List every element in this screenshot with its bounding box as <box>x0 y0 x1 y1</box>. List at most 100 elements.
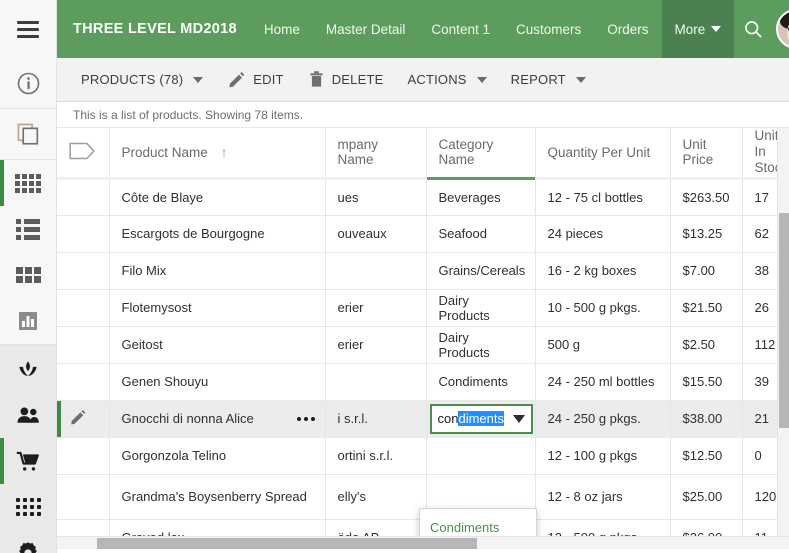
row-select-cell[interactable] <box>57 363 110 401</box>
list-subtitle: This is a list of products. Showing 78 i… <box>57 102 789 128</box>
edit-button[interactable]: EDIT <box>217 64 293 95</box>
cell-category-name: Dairy Products <box>426 289 536 327</box>
apps-grid-icon <box>15 498 41 516</box>
settings-gear-icon <box>19 542 37 553</box>
cell-product-name: Geitost <box>109 326 326 364</box>
arrow-up-icon: ↑ <box>220 144 228 161</box>
cell-unit-price: $2.50 <box>670 326 743 364</box>
table-row[interactable]: Geitost erier Dairy Products 500 g $2.50… <box>57 326 789 364</box>
table-row[interactable]: Genen Shouyu Condiments 24 - 250 ml bott… <box>57 363 789 401</box>
nav-item-master-detail[interactable]: Master Detail <box>313 0 419 58</box>
combobox-typed-text: con <box>437 411 459 426</box>
row-select-cell[interactable] <box>57 215 110 253</box>
cell-unit-price: $263.50 <box>670 178 743 216</box>
sidebar-item-lotus[interactable] <box>0 346 56 392</box>
chevron-down-icon <box>193 76 204 83</box>
table-row-selected[interactable]: Gnocchi di nonna Alice i s.r.l. con dimen… <box>57 400 789 438</box>
avatar[interactable] <box>776 9 789 49</box>
vertical-scrollbar-thumb[interactable] <box>779 213 789 428</box>
row-context-menu-button[interactable] <box>296 416 315 421</box>
brand-title: THREE LEVEL MD2018 <box>73 21 237 37</box>
rail-group-apps <box>0 346 56 553</box>
nav-label: Home <box>263 21 300 37</box>
sidebar-item-settings[interactable] <box>0 530 56 553</box>
cell-quantity-per-unit: 10 - 500 g pkgs. <box>535 289 671 327</box>
category-combobox[interactable]: con diments <box>429 403 533 434</box>
sidebar-item-grid[interactable] <box>0 160 56 206</box>
cell-product-name: Gorgonzola Telino <box>109 437 326 475</box>
row-select-cell[interactable] <box>57 519 110 536</box>
sidebar-item-chart[interactable] <box>0 298 56 344</box>
sidebar-item-shopping-cart[interactable] <box>0 438 56 484</box>
nav-item-more[interactable]: More <box>661 0 735 58</box>
tiles-icon <box>15 267 41 283</box>
row-select-cell[interactable] <box>57 437 110 475</box>
cell-category-name-editor[interactable]: con diments <box>426 400 536 438</box>
row-select-cell[interactable] <box>57 400 110 438</box>
header-row: Product Name ↑ mpany Name Category Name … <box>57 128 789 180</box>
copy-icon <box>17 123 39 145</box>
pencil-icon <box>229 72 245 88</box>
actions-dropdown-button[interactable]: ACTIONS <box>397 66 496 93</box>
table-row[interactable]: Escargots de Bourgogne ouveaux Seafood 2… <box>57 215 789 253</box>
cell-category-name: Beverages <box>426 178 536 216</box>
table-row[interactable]: Flotemysost erier Dairy Products 10 - 50… <box>57 289 789 327</box>
search-button[interactable] <box>734 10 772 48</box>
cell-company-name: erier <box>325 289 427 327</box>
sidebar-item-info[interactable] <box>0 58 56 108</box>
nav-item-customers[interactable]: Customers <box>503 0 594 58</box>
sidebar-item-apps[interactable] <box>0 484 56 530</box>
nav-item-home[interactable]: Home <box>251 0 313 58</box>
report-dropdown-button[interactable]: REPORT <box>501 66 596 93</box>
table-body: Côte de Blaye ues Beverages 12 - 75 cl b… <box>57 178 789 536</box>
delete-button[interactable]: DELETE <box>298 64 394 95</box>
cell-company-name: öda AB <box>325 519 427 536</box>
row-select-cell[interactable] <box>57 326 110 364</box>
cell-company-name <box>325 252 427 290</box>
list-icon <box>16 218 40 240</box>
chevron-down-icon[interactable] <box>512 414 525 423</box>
table-header: Product Name ↑ mpany Name Category Name … <box>57 128 789 180</box>
people-icon <box>16 407 39 423</box>
horizontal-scrollbar-thumb[interactable] <box>97 538 477 549</box>
nav-item-orders[interactable]: Orders <box>594 0 661 58</box>
column-header-company-name[interactable]: mpany Name <box>325 128 427 180</box>
sidebar-item-people[interactable] <box>0 392 56 438</box>
cell-product-name: Gnocchi di nonna Alice <box>109 400 326 438</box>
sidebar-item-tiles[interactable] <box>0 252 56 298</box>
cell-unit-price: $7.00 <box>670 252 743 290</box>
table-row[interactable]: Filo Mix Grains/Cereals 16 - 2 kg boxes … <box>57 252 789 290</box>
cell-unit-price: $12.50 <box>670 437 743 475</box>
row-select-cell[interactable] <box>57 289 110 327</box>
table-row[interactable]: Côte de Blaye ues Beverages 12 - 75 cl b… <box>57 178 789 216</box>
column-header-select[interactable] <box>57 128 110 180</box>
cell-product-name: Grandma's Boysenberry Spread <box>109 474 326 520</box>
row-select-cell[interactable] <box>57 178 110 216</box>
nav-item-content-1[interactable]: Content 1 <box>418 0 503 58</box>
dropdown-option-label: Condiments <box>430 519 500 535</box>
cell-quantity-per-unit: 500 g <box>535 326 671 364</box>
column-header-quantity-per-unit[interactable]: Quantity Per Unit <box>535 128 671 180</box>
table-row[interactable]: Gorgonzola Telino ortini s.r.l. 12 - 100… <box>57 437 789 475</box>
chevron-down-icon <box>711 26 722 32</box>
cell-quantity-per-unit: 24 pieces <box>535 215 671 253</box>
top-bar: THREE LEVEL MD2018 Home Master Detail Co… <box>0 0 789 58</box>
products-table: Product Name ↑ mpany Name Category Name … <box>57 128 789 536</box>
nav-label: More <box>674 21 706 37</box>
main-navigation: THREE LEVEL MD2018 Home Master Detail Co… <box>57 0 789 58</box>
cell-quantity-per-unit: 24 - 250 g pkgs. <box>535 400 671 438</box>
column-header-unit-price[interactable]: Unit Price <box>670 128 743 180</box>
column-header-category-name[interactable]: Category Name <box>426 128 536 180</box>
dropdown-option-condiments[interactable]: Condiments <box>420 513 536 536</box>
column-header-product-name[interactable]: Product Name ↑ <box>109 128 326 180</box>
hamburger-menu-button[interactable] <box>0 0 57 58</box>
cell-quantity-per-unit: 12 - 75 cl bottles <box>535 178 671 216</box>
products-dropdown-button[interactable]: PRODUCTS (78) <box>71 66 213 93</box>
sidebar-item-list[interactable] <box>0 206 56 252</box>
horizontal-scrollbar[interactable] <box>57 536 789 549</box>
vertical-scrollbar[interactable] <box>777 128 789 536</box>
row-select-cell[interactable] <box>57 252 110 290</box>
category-dropdown-menu[interactable]: Condiments Confections See All Create Ne… <box>419 508 537 536</box>
row-select-cell[interactable] <box>57 474 110 520</box>
sidebar-item-copy[interactable] <box>0 109 56 159</box>
